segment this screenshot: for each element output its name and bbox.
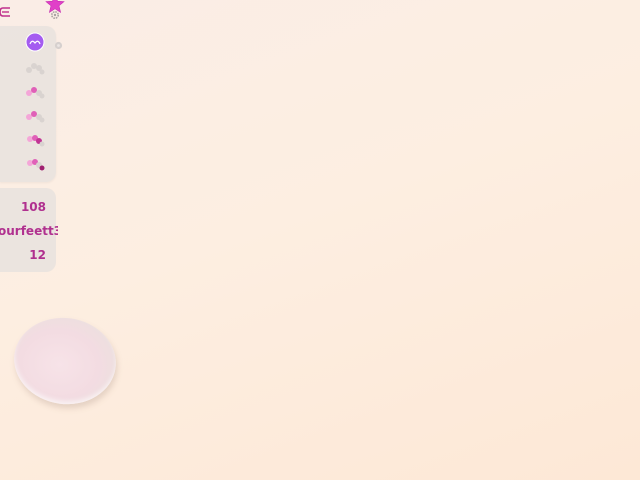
level-1-button[interactable]	[22, 32, 48, 52]
score-value: 108	[20, 200, 46, 214]
gear-icon[interactable]	[50, 10, 60, 20]
username-label: ourfeett31	[0, 224, 58, 238]
game-logo-icon	[0, 7, 10, 17]
current-level-icon	[25, 32, 45, 52]
locked-level-icon	[26, 63, 45, 75]
partial-level-icon	[26, 87, 45, 99]
level-panel	[0, 26, 56, 182]
virtual-joystick[interactable]	[8, 311, 122, 411]
level-4-button[interactable]	[22, 106, 48, 126]
settings-dot-icon[interactable]	[54, 41, 63, 50]
count-value: 12	[29, 248, 46, 262]
level-5-button[interactable]	[22, 130, 48, 150]
partial-level-icon	[27, 135, 45, 147]
partial-level-icon	[26, 111, 45, 123]
partial-level-icon	[27, 159, 45, 171]
level-2-button[interactable]	[22, 58, 48, 78]
level-3-button[interactable]	[22, 82, 48, 102]
level-6-button[interactable]	[22, 154, 48, 174]
